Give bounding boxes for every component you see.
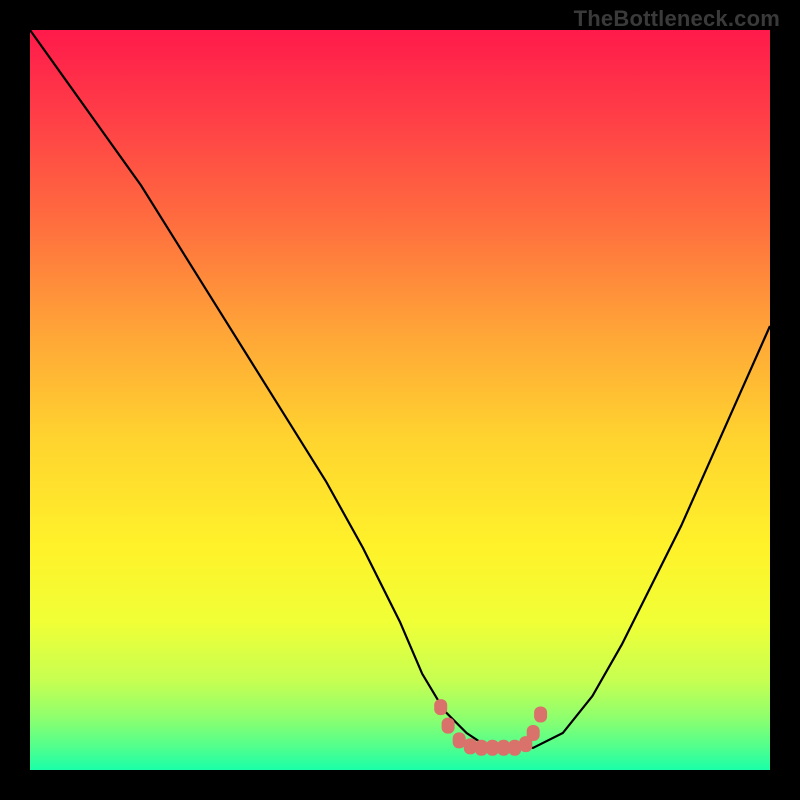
curve-layer (30, 30, 770, 770)
marker-dot (464, 738, 477, 754)
optimal-region-markers (434, 699, 547, 756)
bottleneck-curve (30, 30, 770, 748)
marker-dot (442, 718, 455, 734)
marker-dot (534, 707, 547, 723)
plot-area (30, 30, 770, 770)
marker-dot (486, 740, 499, 756)
marker-dot (453, 732, 466, 748)
chart-container: TheBottleneck.com (0, 0, 800, 800)
marker-dot (508, 740, 521, 756)
watermark-text: TheBottleneck.com (574, 6, 780, 32)
marker-dot (434, 699, 447, 715)
marker-dot (497, 740, 510, 756)
marker-dot (527, 725, 540, 741)
marker-dot (475, 740, 488, 756)
